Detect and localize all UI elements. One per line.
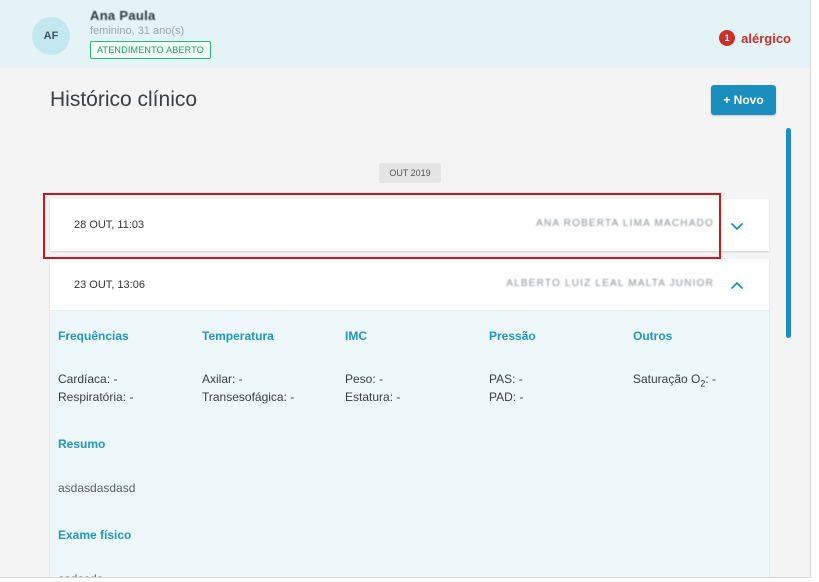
new-entry-button[interactable]: + Novo xyxy=(711,85,776,115)
field-pas: PAS: - xyxy=(489,372,523,386)
timeline-entry[interactable]: 28 OUT, 11:03 ANA ROBERTA LIMA MACHADO xyxy=(50,199,769,251)
vitals-outros-label: Outros xyxy=(633,329,673,343)
month-divider: OUT 2019 xyxy=(379,163,441,183)
field-respiratoria: Respiratória: - xyxy=(58,390,134,404)
field-estatura: Estatura: - xyxy=(345,390,401,404)
entry-doctor: ANA ROBERTA LIMA MACHADO xyxy=(536,218,714,229)
app-frame: AF Ana Paula feminino, 31 ano(s) ATENDIM… xyxy=(0,0,811,578)
vitals-imc-label: IMC xyxy=(345,329,367,343)
timeline-entry[interactable]: 23 OUT, 13:06 ALBERTO LUIZ LEAL MALTA JU… xyxy=(50,259,769,311)
field-pad: PAD: - xyxy=(489,390,524,404)
avatar: AF xyxy=(32,17,70,55)
resumo-label: Resumo xyxy=(58,437,106,451)
patient-meta: feminino, 31 ano(s) xyxy=(90,25,185,37)
field-saturacao: Saturação O2: - xyxy=(633,372,717,389)
patient-name: Ana Paula xyxy=(90,8,156,23)
exame-fisico-text: asdasda xyxy=(58,572,103,577)
field-cardiaca: Cardíaca: - xyxy=(58,372,118,386)
scrollbar[interactable] xyxy=(786,128,791,338)
vitals-frequencias-label: Frequências xyxy=(58,329,129,343)
allergy-label: alérgico xyxy=(741,30,791,46)
chevron-down-icon[interactable] xyxy=(730,219,744,233)
resumo-text: asdasdasdasd xyxy=(58,481,136,495)
vitals-temperatura-label: Temperatura xyxy=(202,329,274,343)
status-badge: ATENDIMENTO ABERTO xyxy=(90,41,211,59)
page-title: Histórico clínico xyxy=(50,88,198,111)
patient-header: AF Ana Paula feminino, 31 ano(s) ATENDIM… xyxy=(0,0,810,68)
allergy-indicator[interactable]: 1 alérgico xyxy=(719,30,791,46)
field-transesofagica: Transesofágica: - xyxy=(202,390,295,404)
entry-date: 28 OUT, 11:03 xyxy=(74,219,145,231)
vitals-panel: Frequências Temperatura IMC Pressão Outr… xyxy=(50,311,769,577)
entry-date: 23 OUT, 13:06 xyxy=(74,279,145,291)
timeline-entry-expanded: 23 OUT, 13:06 ALBERTO LUIZ LEAL MALTA JU… xyxy=(50,259,769,577)
chevron-up-icon[interactable] xyxy=(730,279,744,293)
field-peso: Peso: - xyxy=(345,372,384,386)
allergy-count-badge: 1 xyxy=(719,30,736,46)
entry-doctor: ALBERTO LUIZ LEAL MALTA JUNIOR xyxy=(506,278,714,289)
exame-fisico-label: Exame físico xyxy=(58,528,132,542)
vitals-pressao-label: Pressão xyxy=(489,329,536,343)
field-axilar: Axilar: - xyxy=(202,372,243,386)
